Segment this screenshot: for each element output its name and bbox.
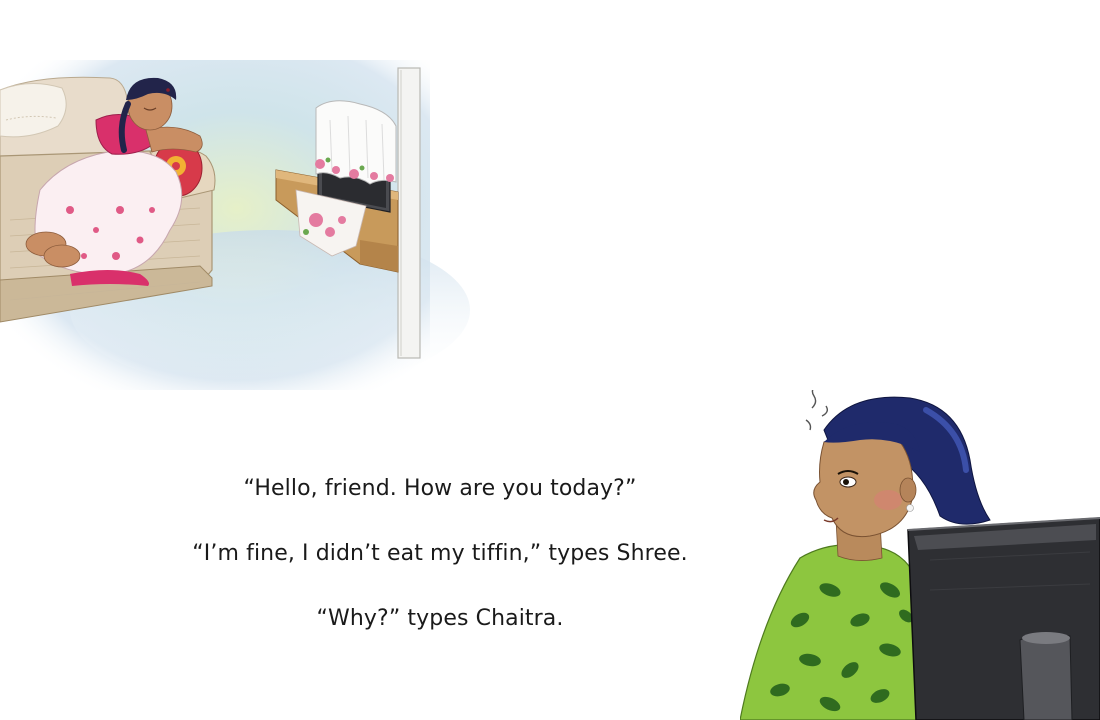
story-line-1: “Hello, friend. How are you today?” — [243, 476, 637, 501]
girl-at-computer-illustration — [740, 390, 1100, 720]
story-text: “Hello, friend. How are you today?” “I’m… — [140, 472, 740, 636]
story-line-2: “I’m fine, I didn’t eat my tiffin,” type… — [192, 541, 688, 566]
computer-monitor — [907, 517, 1100, 720]
girl-face — [813, 422, 920, 538]
worry-squiggle-icon — [805, 390, 829, 431]
tv-cover-cloth — [315, 100, 397, 185]
story-line-3: “Why?” types Chaitra. — [316, 606, 564, 631]
girl-blouse — [740, 543, 923, 720]
woman-sleeping-on-sofa-illustration — [0, 60, 470, 390]
